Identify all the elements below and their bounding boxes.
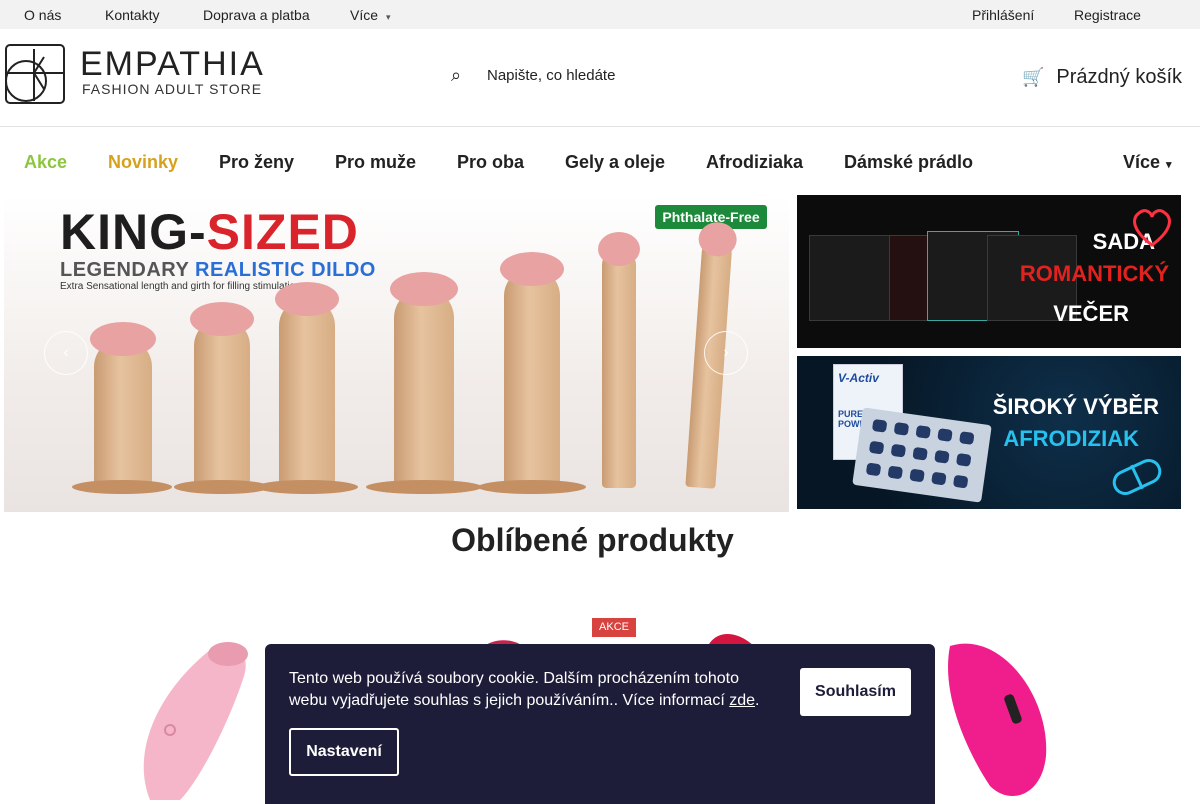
product-box: [809, 235, 899, 321]
product-illustration: [598, 232, 640, 488]
product-base: [478, 480, 586, 494]
product-base: [72, 480, 172, 494]
side1-line2: ROMANTICKÝ: [1019, 261, 1169, 286]
capsule-icon: [1112, 459, 1162, 495]
login-link[interactable]: Přihlášení: [972, 7, 1034, 23]
pill: [887, 465, 904, 480]
side-banner-aphrodisiac[interactable]: V-Activ PURE POWER ŠIROKÝ VÝBĚR AFRODIZI…: [797, 356, 1181, 509]
hero-small-text: Extra Sensational length and girth for f…: [60, 281, 301, 292]
pill: [912, 446, 928, 461]
hero-subtitle: LEGENDARY REALISTIC DILDO: [60, 259, 376, 282]
sale-badge: AKCE: [592, 618, 636, 637]
logo-tagline: FASHION ADULT STORE: [82, 81, 263, 97]
product-image[interactable]: [930, 636, 1060, 800]
hero-title-part2: SIZED: [206, 204, 359, 260]
register-link[interactable]: Registrace: [1074, 7, 1141, 23]
cart-label: Prázdný košík: [1056, 65, 1182, 88]
main-nav: Akce Novinky Pro ženy Pro muže Pro oba G…: [0, 128, 1200, 194]
pill: [934, 449, 950, 464]
site-header: EMPATHIA FASHION ADULT STORE ⌕ 🛒 Prázdný…: [0, 29, 1200, 127]
nav-pro-oba[interactable]: Pro oba: [457, 152, 524, 173]
hero-title-part1: KING-: [60, 204, 207, 260]
product-tip: [90, 322, 156, 356]
nav-vice[interactable]: Více ▾: [1123, 152, 1172, 173]
pill: [890, 443, 907, 458]
pill: [915, 425, 931, 439]
product-illustration: [390, 272, 458, 488]
cookie-settings-button[interactable]: Nastavení: [289, 728, 399, 776]
blister-pack: [852, 407, 992, 503]
cart-button[interactable]: 🛒 Prázdný košík: [1022, 63, 1182, 91]
side2-line1: ŠIROKÝ VÝBĚR: [992, 394, 1159, 419]
pill: [955, 452, 972, 467]
nav-vice-label: Více: [1123, 152, 1161, 172]
logo[interactable]: EMPATHIA FASHION ADULT STORE: [4, 43, 268, 105]
product-tip: [275, 282, 339, 316]
cookie-message: Tento web používá soubory cookie. Dalším…: [289, 670, 740, 709]
cart-icon: 🛒: [1021, 66, 1045, 87]
hero-banner[interactable]: KING-SIZED LEGENDARY REALISTIC DILDO Ext…: [4, 195, 789, 512]
cookie-more-link[interactable]: zde: [729, 692, 755, 709]
pill: [909, 468, 925, 483]
hero-title: KING-SIZED: [60, 203, 359, 261]
section-title: Oblíbené produkty: [451, 522, 734, 558]
search-box: ⌕: [451, 63, 751, 89]
nav-novinky[interactable]: Novinky: [108, 152, 178, 173]
link-kontakty[interactable]: Kontakty: [105, 7, 159, 23]
top-utility-bar: O nás Kontakty Doprava a platba Více ▾ Př…: [0, 0, 1200, 29]
pill: [931, 471, 947, 486]
pill: [952, 474, 969, 489]
nav-damske-pradlo[interactable]: Dámské prádlo: [844, 152, 973, 173]
pill: [937, 428, 953, 442]
product-base: [256, 480, 358, 494]
link-vice-label: Více: [350, 7, 379, 23]
pill: [868, 440, 885, 455]
nav-gely-a-oleje[interactable]: Gely a oleje: [565, 152, 665, 173]
logo-mark-icon: [5, 44, 65, 104]
product-illustration: [190, 302, 254, 488]
side1-line3: VEČER: [1053, 301, 1129, 326]
heart-icon: [1133, 209, 1171, 247]
arrow-right-icon[interactable]: ›: [704, 331, 748, 375]
product-illustration: [275, 282, 339, 488]
product-image[interactable]: [120, 630, 260, 800]
nav-pro-zeny[interactable]: Pro ženy: [219, 152, 294, 173]
product-base: [366, 480, 482, 494]
product-tip: [390, 272, 458, 306]
product-illustration: [90, 322, 156, 488]
nav-akce[interactable]: Akce: [24, 152, 67, 173]
pill: [865, 462, 882, 477]
chevron-down-icon: ▾: [386, 12, 391, 22]
cookie-text: Tento web používá soubory cookie. Dalším…: [289, 670, 760, 709]
chevron-down-icon: ▾: [1166, 159, 1172, 171]
product-illustration: [500, 252, 564, 488]
nav-pro-muze[interactable]: Pro muže: [335, 152, 416, 173]
pill: [871, 418, 888, 433]
product-brand: V-Activ: [838, 371, 879, 385]
link-vice[interactable]: Více ▾: [350, 7, 391, 23]
arrow-left-icon[interactable]: ‹: [44, 331, 88, 375]
logo-name: EMPATHIA: [80, 45, 265, 83]
link-o-nas[interactable]: O nás: [24, 7, 61, 23]
search-input[interactable]: [487, 67, 737, 84]
side2-line2: AFRODIZIAK: [1003, 426, 1139, 451]
pill: [959, 431, 975, 445]
product-tip: [190, 302, 254, 336]
cookie-consent-bar: Tento web používá soubory cookie. Dalším…: [265, 644, 935, 804]
nav-afrodiziaka[interactable]: Afrodiziaka: [706, 152, 803, 173]
side-banner-romantic[interactable]: SADA ROMANTICKÝ VEČER: [797, 195, 1181, 348]
hero-subtitle-part1: LEGENDARY: [60, 259, 196, 281]
link-doprava-a-platba[interactable]: Doprava a platba: [203, 7, 310, 23]
cookie-agree-button[interactable]: Souhlasím: [800, 668, 911, 716]
hero-subtitle-part2: REALISTIC DILDO: [195, 259, 376, 281]
product-tip: [500, 252, 564, 286]
product-tip: [598, 232, 640, 266]
search-icon[interactable]: ⌕: [451, 65, 461, 86]
pill: [893, 421, 910, 436]
